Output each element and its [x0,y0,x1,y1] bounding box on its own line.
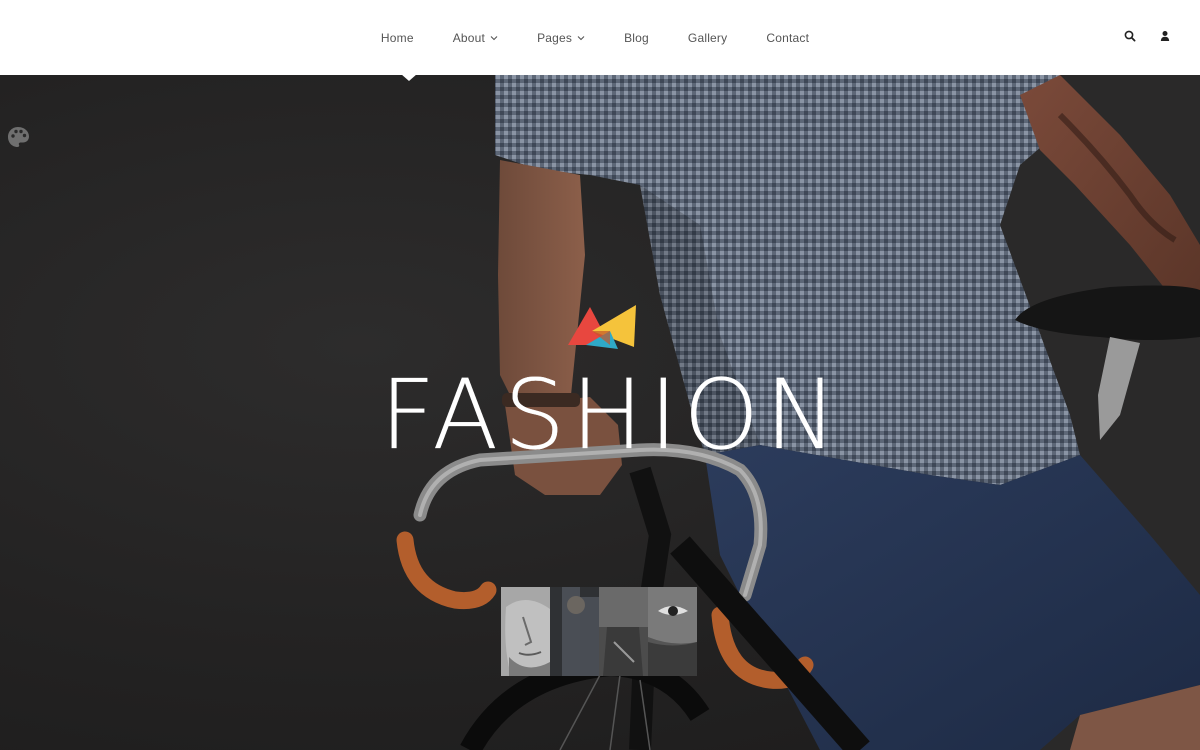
nav-item-pages[interactable]: Pages [518,0,605,75]
brand-logo-icon [568,305,636,349]
nav-item-gallery[interactable]: Gallery [668,0,746,75]
nav-item-label: About [452,30,486,45]
site-header: Home About Pages Blog Gallery Contact [0,0,1200,75]
active-nav-indicator [401,74,417,81]
hero-title: FASHION [380,359,843,471]
nav-item-contact[interactable]: Contact [747,0,829,75]
nav-item-home[interactable]: Home [361,0,433,75]
chevron-down-icon [490,35,498,40]
face-thumbnail[interactable] [501,587,550,676]
nav-item-label: Home [380,30,414,45]
chevron-down-icon [577,35,585,40]
nav-item-label: Blog [624,30,649,45]
main-nav: Home About Pages Blog Gallery Contact [0,0,1200,75]
nav-item-label: Gallery [687,30,728,45]
palette-icon[interactable] [6,125,32,149]
portrait-thumbnail[interactable] [550,587,599,676]
hero-section: FASHION [0,75,1200,750]
nav-item-about[interactable]: About [433,0,517,75]
thumbnail-strip [501,587,698,676]
eye-thumbnail[interactable] [648,587,697,676]
bike-thumbnail[interactable] [599,587,648,676]
nav-item-label: Contact [766,30,810,45]
nav-item-label: Pages [537,30,573,45]
nav-item-blog[interactable]: Blog [605,0,669,75]
search-icon[interactable] [1123,29,1137,43]
user-icon[interactable] [1158,29,1172,43]
